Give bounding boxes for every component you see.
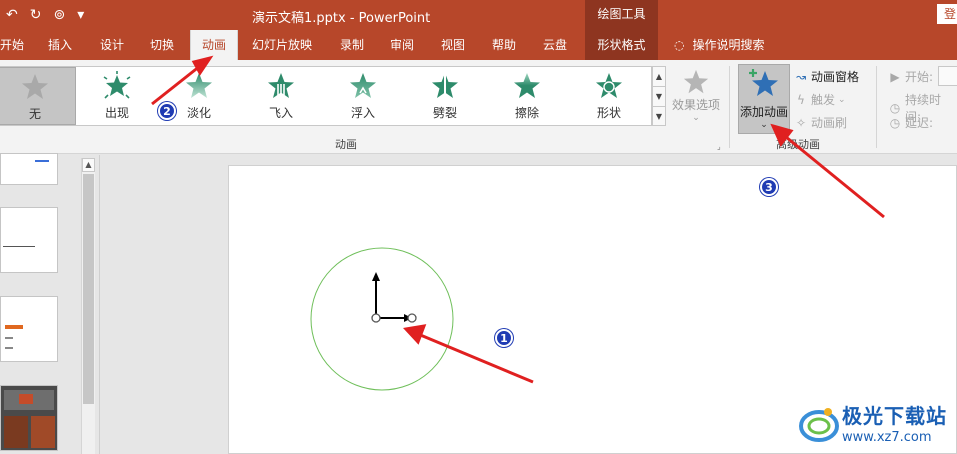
- annotation-badge-1: 1: [495, 329, 513, 347]
- annotation-badge-2: 2: [158, 102, 176, 120]
- watermark-url: www.xz7.com: [842, 430, 932, 445]
- motion-path-start-handle[interactable]: [371, 313, 381, 323]
- motion-path-end-handle[interactable]: [407, 313, 417, 323]
- watermark-logo: 极光下载站 www.xz7.com: [798, 398, 953, 452]
- annotation-arrowhead-icon: [403, 324, 427, 345]
- annotation-arrowhead-icon: [770, 123, 794, 147]
- annotation-arrow-1: [417, 332, 534, 384]
- annotation-arrow-3: [785, 135, 885, 219]
- watermark-swirl-icon: [799, 408, 839, 442]
- annotation-overlay: [151, 55, 885, 391]
- annotation-arrow-2: [151, 64, 201, 106]
- watermark-title: 极光下载站: [842, 404, 947, 428]
- axis-arrowhead-icon: [372, 272, 380, 281]
- annotation-badge-3: 3: [760, 178, 778, 196]
